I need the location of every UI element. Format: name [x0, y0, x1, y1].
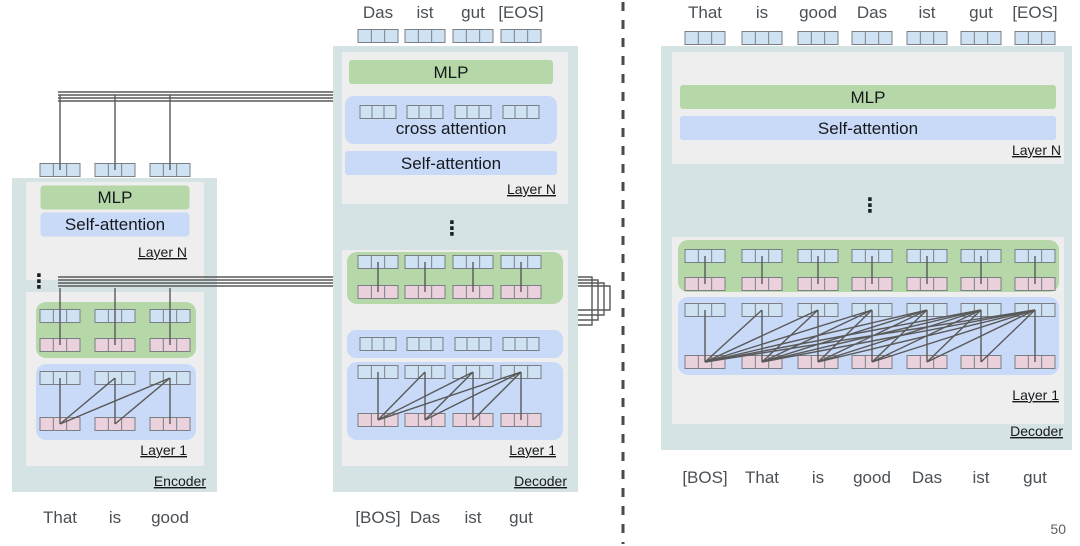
right-decoder-panel: Decoder MLP Self-attention Layer N ⋮ Lay… — [661, 46, 1072, 450]
right-output-token-4: ist — [919, 3, 936, 22]
decoder-l1-cross-cell-3 — [502, 337, 540, 351]
right-output-cell-6 — [1014, 31, 1056, 45]
decoder-l1-cross-cell-0 — [359, 337, 397, 351]
decoder-output-cell-0 — [357, 29, 399, 43]
cell-outline — [500, 29, 542, 43]
encoder-output-cells — [39, 95, 191, 177]
right-output-cell-0 — [684, 31, 726, 45]
decoder-layer-n-label: Layer N — [507, 181, 556, 197]
right-output-cell-4 — [906, 31, 948, 45]
encoder-layer-n-self-attention-label: Self-attention — [65, 215, 165, 234]
decoder-input-token-3: gut — [509, 508, 533, 527]
decoder-output-token-3: [EOS] — [498, 3, 543, 22]
decoder-output-token-0: Das — [363, 3, 393, 22]
decoder-ln-cross-cell-1 — [406, 105, 444, 119]
cell-outline — [502, 337, 540, 351]
decoder-layer-n-mlp-label: MLP — [434, 63, 469, 82]
right-decoder-input-token-labels: [BOS] That is good Das ist gut — [682, 468, 1047, 487]
right-output-token-6: [EOS] — [1012, 3, 1057, 22]
decoder-output-token-1: ist — [417, 3, 434, 22]
transformer-architecture-diagram: Encoder MLP Self-attention Layer N ⋮ Lay… — [12, 2, 1072, 544]
cell-outline — [797, 31, 839, 45]
cell-outline — [406, 337, 444, 351]
right-layer-n-self-attention-label: Self-attention — [818, 119, 918, 138]
cell-outline — [406, 105, 444, 119]
cell-outline — [452, 29, 494, 43]
decoder-input-token-labels: [BOS] Das ist gut — [355, 508, 533, 527]
right-output-cell-1 — [741, 31, 783, 45]
right-input-token-5: ist — [973, 468, 990, 487]
right-layers-ellipsis: ⋮ — [860, 195, 880, 217]
cell-outline — [1014, 31, 1056, 45]
right-output-cell-5 — [960, 31, 1002, 45]
cell-outline — [359, 337, 397, 351]
cell-outline — [359, 105, 397, 119]
figure-canvas: Encoder MLP Self-attention Layer N ⋮ Lay… — [0, 0, 1080, 546]
decoder-layer-1-label: Layer 1 — [509, 442, 556, 458]
encoder-input-token-0: That — [43, 508, 77, 527]
cell-outline — [851, 31, 893, 45]
right-output-token-2: good — [799, 3, 837, 22]
right-layer-n-mlp-label: MLP — [851, 88, 886, 107]
right-input-token-2: is — [812, 468, 824, 487]
encoder-layer-n-mlp-label: MLP — [98, 188, 133, 207]
page-number: 50 — [1050, 521, 1066, 537]
cell-outline — [357, 29, 399, 43]
decoder-output-cells: Das ist gut [EOS] — [357, 3, 544, 43]
encoder-input-token-1: is — [109, 508, 121, 527]
decoder-input-token-1: Das — [410, 508, 440, 527]
decoder-output-cell-2 — [452, 29, 494, 43]
encoder-layers-ellipsis: ⋮ — [29, 271, 49, 293]
cell-outline — [404, 29, 446, 43]
decoder-name-label: Decoder — [514, 473, 567, 489]
cell-outline — [741, 31, 783, 45]
cell-outline — [454, 105, 492, 119]
decoder-l1-cross-cell-1 — [406, 337, 444, 351]
right-output-token-5: gut — [969, 3, 993, 22]
right-input-token-6: gut — [1023, 468, 1047, 487]
cell-outline — [502, 105, 540, 119]
cell-outline — [454, 337, 492, 351]
right-output-token-3: Das — [857, 3, 887, 22]
decoder-layer-n-self-attention-label: Self-attention — [401, 154, 501, 173]
right-layer-n-label: Layer N — [1012, 142, 1061, 158]
decoder-ln-cross-cell-3 — [502, 105, 540, 119]
decoder-layers-ellipsis: ⋮ — [442, 218, 462, 240]
cell-outline — [906, 31, 948, 45]
right-layer-1-label: Layer 1 — [1012, 387, 1059, 403]
decoder-layer-n-cross-attention-label: cross attention — [396, 119, 507, 138]
right-decoder-output-cells: That is good Das ist gut [EOS] — [684, 3, 1058, 45]
decoder-input-token-0: [BOS] — [355, 508, 400, 527]
cell-outline — [684, 31, 726, 45]
right-input-token-1: That — [745, 468, 779, 487]
encoder-input-token-2: good — [151, 508, 189, 527]
encoder-layer-1-label: Layer 1 — [140, 442, 187, 458]
right-output-cell-2 — [797, 31, 839, 45]
decoder-ln-cross-cell-2 — [454, 105, 492, 119]
decoder-l1-cross-cell-2 — [454, 337, 492, 351]
encoder-name-label: Encoder — [154, 473, 206, 489]
right-input-token-0: [BOS] — [682, 468, 727, 487]
cell-outline — [960, 31, 1002, 45]
decoder-output-token-2: gut — [461, 3, 485, 22]
right-output-token-1: is — [756, 3, 768, 22]
decoder-output-cell-3 — [500, 29, 542, 43]
decoder-input-token-2: ist — [465, 508, 482, 527]
right-output-token-0: That — [688, 3, 722, 22]
right-input-token-4: Das — [912, 468, 942, 487]
right-output-cell-3 — [851, 31, 893, 45]
decoder-output-cell-1 — [404, 29, 446, 43]
decoder-ln-cross-cell-0 — [359, 105, 397, 119]
right-decoder-name-label: Decoder — [1010, 423, 1063, 439]
right-input-token-3: good — [853, 468, 891, 487]
encoder-panel: Encoder MLP Self-attention Layer N ⋮ Lay… — [12, 178, 217, 492]
encoder-layer-n-label: Layer N — [138, 244, 187, 260]
encoder-input-token-labels: That is good — [43, 508, 189, 527]
